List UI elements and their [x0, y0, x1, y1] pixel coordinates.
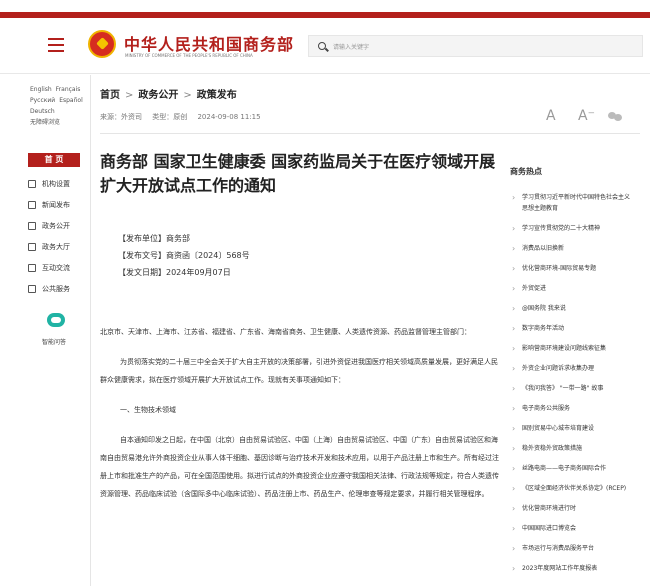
- hot-item[interactable]: 优化营商环境进行时: [512, 503, 630, 514]
- hot-item[interactable]: 电子商务公共服务: [512, 403, 630, 414]
- service-icon: [28, 285, 36, 293]
- salutation: 北京市、天津市、上海市、江苏省、福建省、广东省、海南省商务、卫生健康、人类遗传资…: [100, 328, 471, 336]
- org-icon: [28, 180, 36, 188]
- left-nav: 首 页 机构设置 新闻发布 政务公开 政务大厅 互动交流 公共服务: [28, 153, 80, 300]
- doc-number: 【发布文号】商资函〔2024〕568号: [118, 251, 250, 260]
- lang-french[interactable]: Français: [56, 84, 81, 95]
- issuer: 【发布单位】商务部: [118, 234, 190, 243]
- hot-topics-list: 学习贯彻习近平新时代中国特色社会主义思想主题教育 学习宣传贯彻党的二十大精神 消…: [512, 192, 630, 583]
- paragraph: 为贯彻落实党的二十届三中全会关于扩大自主开放的决策部署，引进外资促进我国医疗相关…: [100, 358, 498, 384]
- news-icon: [28, 201, 36, 209]
- issue-info: 【发布单位】商务部 【发布文号】商资函〔2024〕568号 【发文日期】2024…: [118, 230, 250, 281]
- menu-icon[interactable]: [48, 38, 64, 52]
- hot-item[interactable]: 优化营商环境-国际贸易专题: [512, 263, 630, 274]
- document-icon: [28, 222, 36, 230]
- search-placeholder: 请输入关键字: [333, 44, 370, 51]
- paragraph: 自本通知印发之日起，在中国（北京）自由贸易试验区、中国（上海）自由贸易试验区、中…: [100, 436, 499, 498]
- hot-item[interactable]: 外贸促进: [512, 283, 630, 294]
- hot-topics-title: 商务热点: [510, 167, 542, 176]
- hot-item[interactable]: 2023年度网站工作年度报表: [512, 563, 630, 574]
- language-links: English Français Русский Español Deutsch 无…: [30, 84, 87, 128]
- source-label: 来源：外资司: [100, 113, 142, 121]
- hot-item[interactable]: 市场运行与消费品服务平台: [512, 543, 630, 554]
- nav-item-services[interactable]: 公共服务: [28, 279, 80, 300]
- hot-item[interactable]: 学习贯彻习近平新时代中国特色社会主义思想主题教育: [512, 192, 630, 214]
- org-name[interactable]: 中华人民共和国商务部: [124, 31, 294, 55]
- article-body: 北京市、天津市、上海市、江苏省、福建省、广东省、海南省商务、卫生健康、人类遗传资…: [100, 323, 500, 515]
- national-emblem-icon[interactable]: [88, 30, 116, 58]
- nav-item-org[interactable]: 机构设置: [28, 174, 80, 195]
- hot-item[interactable]: 数字商务年活动: [512, 323, 630, 334]
- hot-item[interactable]: 外资企业问题诉求收集办理: [512, 363, 630, 374]
- nav-item-news[interactable]: 新闻发布: [28, 195, 80, 216]
- font-size-large-button[interactable]: A: [546, 108, 556, 124]
- lang-english[interactable]: English: [30, 84, 52, 95]
- org-name-english: MINISTRY OF COMMERCE OF THE PEOPLE'S REP…: [125, 53, 253, 58]
- article-title: 商务部 国家卫生健康委 国家药监局关于在医疗领域开展扩大开放试点工作的通知: [100, 152, 496, 195]
- smart-qa-label[interactable]: 智能问答: [42, 337, 66, 346]
- chat-icon: [28, 264, 36, 272]
- hot-item[interactable]: 国别贸易中心城市培育建设: [512, 423, 630, 434]
- divider: [90, 75, 91, 586]
- hot-item[interactable]: @国务院 我来说: [512, 303, 630, 314]
- site-header: 中华人民共和国商务部 MINISTRY OF COMMERCE OF THE P…: [0, 18, 650, 74]
- hot-item[interactable]: 《我问我答》 "一带一路" 故事: [512, 383, 630, 394]
- hall-icon: [28, 243, 36, 251]
- search-icon[interactable]: [318, 42, 326, 50]
- breadcrumb-public-affairs[interactable]: 政务公开: [138, 90, 178, 101]
- hot-item[interactable]: 消费品以旧换新: [512, 243, 630, 254]
- divider: [100, 133, 640, 134]
- hot-item[interactable]: 《区域全面经济伙伴关系协定》(RCEP): [512, 483, 630, 494]
- hot-item[interactable]: 学习宣传贯彻党的二十大精神: [512, 223, 630, 234]
- breadcrumb-home[interactable]: 首页: [100, 90, 120, 101]
- font-size-small-button[interactable]: A⁻: [578, 108, 595, 124]
- lang-german[interactable]: Deutsch: [30, 106, 55, 117]
- nav-home[interactable]: 首 页: [28, 153, 80, 167]
- smart-qa-icon[interactable]: [47, 313, 65, 327]
- article-meta: 来源：外资司 类型：原创 2024-09-08 11:15: [100, 112, 269, 122]
- lang-spanish[interactable]: Español: [59, 95, 83, 106]
- publish-date: 2024-09-08 11:15: [197, 113, 261, 121]
- accessible-browse-link[interactable]: 无障碍浏览: [30, 117, 60, 128]
- breadcrumb-policy-release[interactable]: 政策发布: [197, 90, 237, 101]
- hot-item[interactable]: 影响营商环境建设问题线索征集: [512, 343, 630, 354]
- breadcrumb: 首页 > 政务公开 > 政策发布: [100, 90, 237, 101]
- nav-item-public[interactable]: 政务公开: [28, 216, 80, 237]
- issue-date: 【发文日期】2024年09月07日: [118, 268, 231, 277]
- search-input[interactable]: 请输入关键字: [308, 35, 643, 57]
- nav-item-hall[interactable]: 政务大厅: [28, 237, 80, 258]
- nav-item-interaction[interactable]: 互动交流: [28, 258, 80, 279]
- share-icon[interactable]: [608, 110, 622, 122]
- type-label: 类型：原创: [152, 113, 188, 121]
- section-heading: 一、生物技术领域: [120, 406, 176, 414]
- hot-item[interactable]: 稳外资稳外贸政策措施: [512, 443, 630, 454]
- lang-russian[interactable]: Русский: [30, 95, 55, 106]
- hot-item[interactable]: 中国国际进口博览会: [512, 523, 630, 534]
- hot-item[interactable]: 丝路电商——电子商务国际合作: [512, 463, 630, 474]
